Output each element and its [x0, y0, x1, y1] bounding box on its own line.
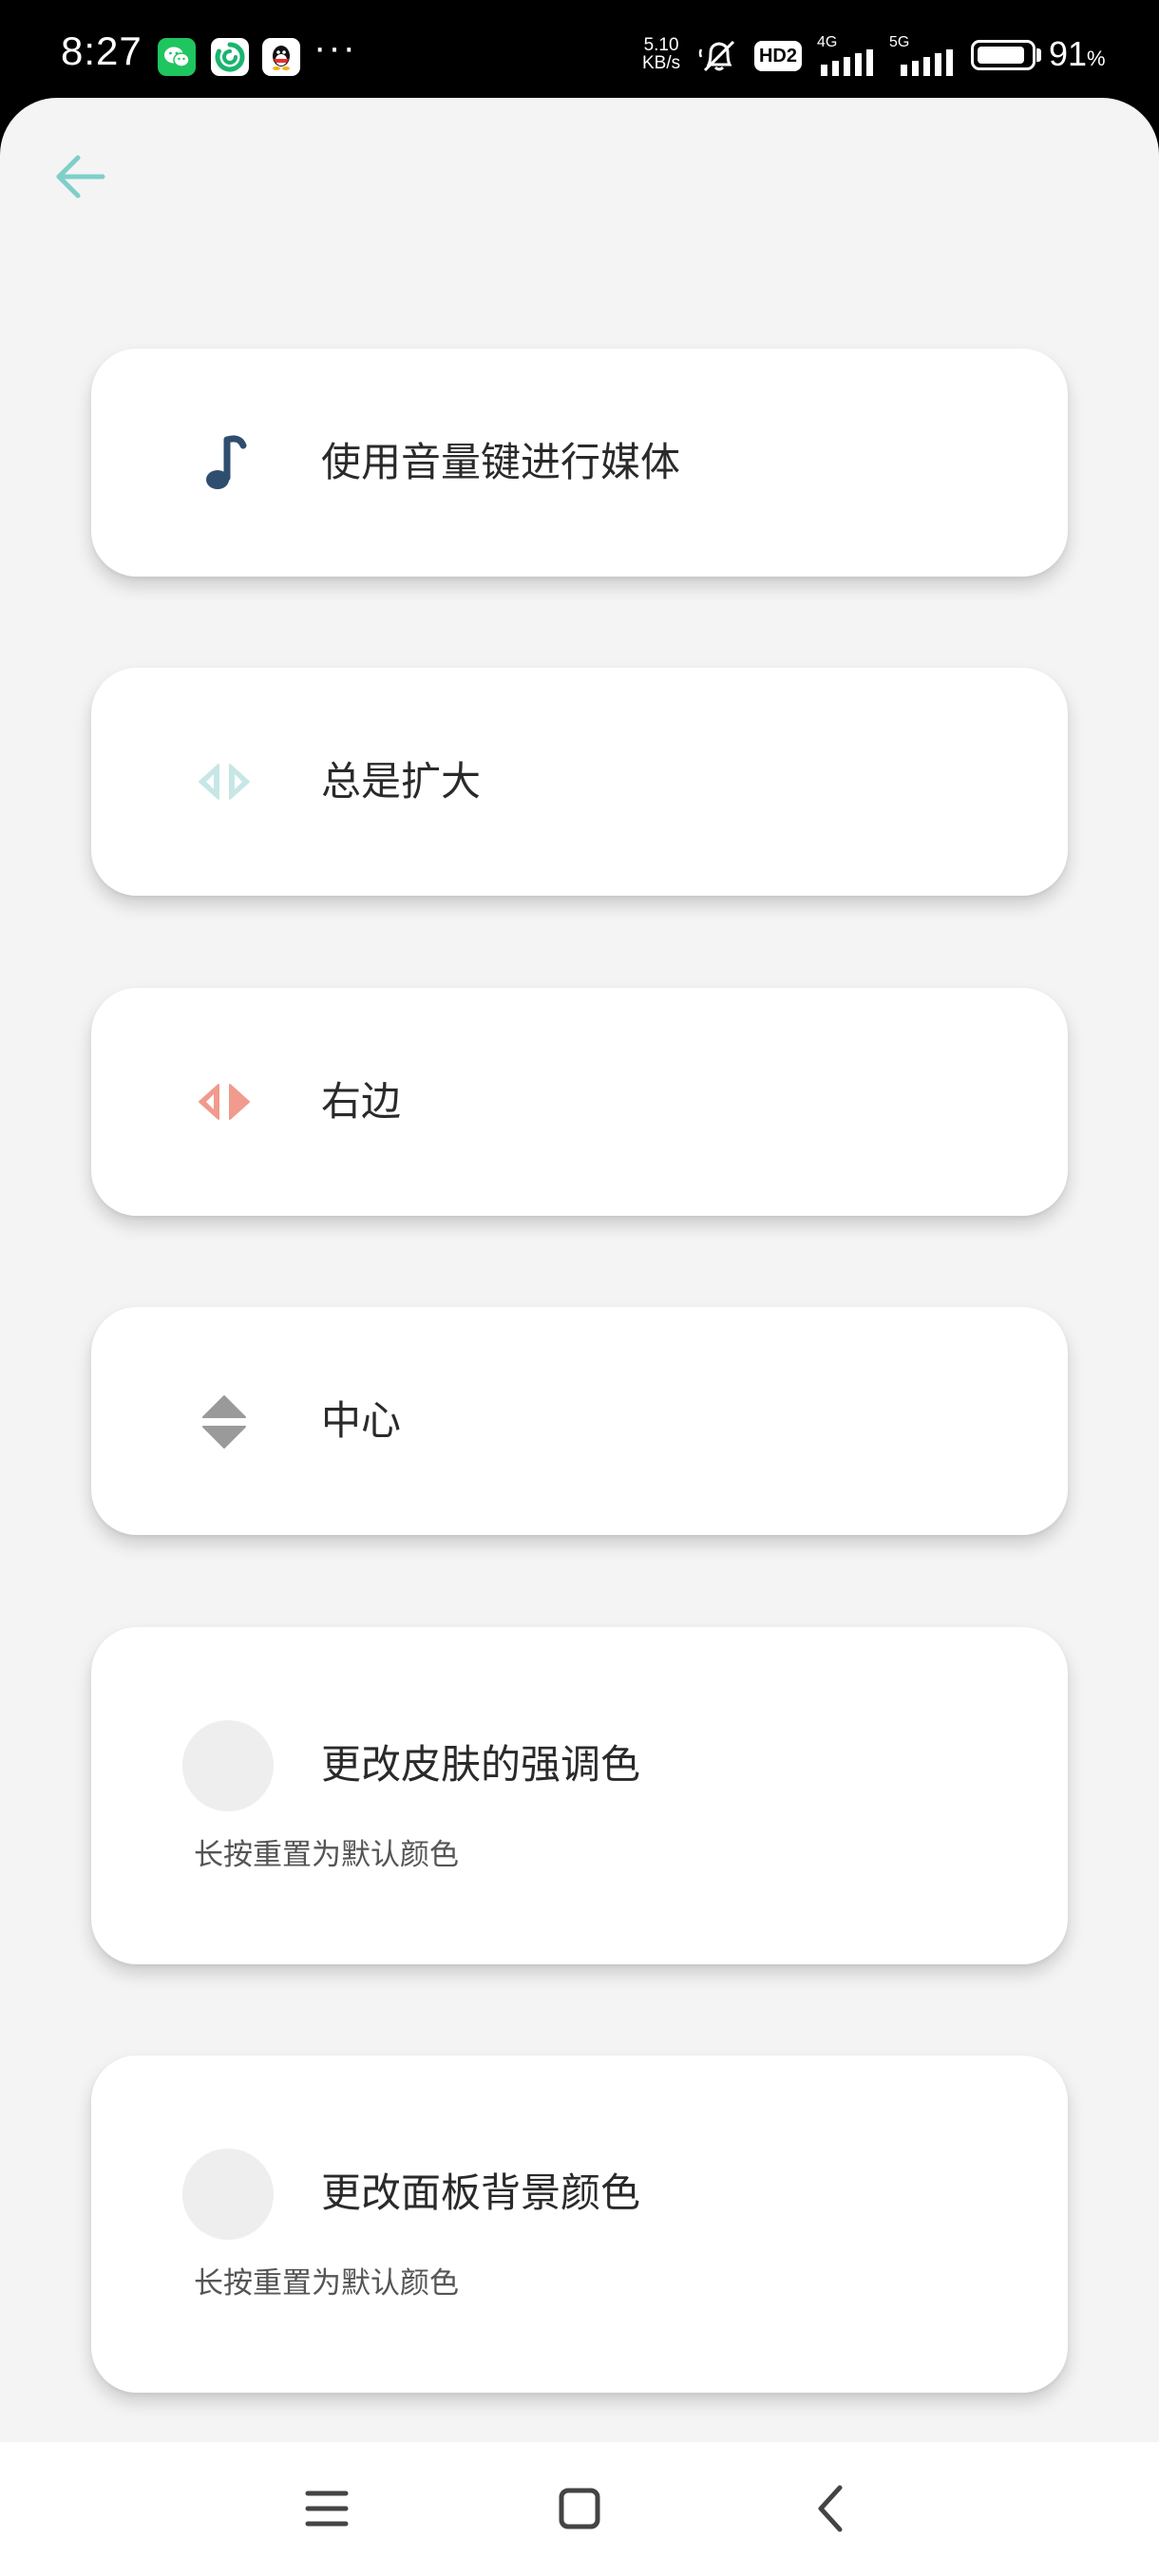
browser-icon [211, 38, 249, 76]
wechat-icon [158, 38, 196, 76]
status-bar: 8:27 ··· 5.10 KB/s HD2 4G 5G 91% [0, 0, 1159, 100]
horizontal-arrows-icon [199, 764, 250, 800]
menu-icon [305, 2491, 349, 2527]
setting-label: 中心 [321, 1397, 402, 1444]
more-notifications: ··· [314, 27, 357, 68]
battery-icon [971, 40, 1036, 70]
color-card-accent[interactable]: 更改皮肤的强调色 长按重置为默认颜色 [91, 1627, 1068, 1964]
menu-button[interactable] [289, 2471, 365, 2547]
setting-card-side[interactable]: 右边 [91, 988, 1068, 1216]
setting-card-media[interactable]: 使用音量键进行媒体 [91, 349, 1068, 577]
home-button[interactable] [542, 2471, 618, 2547]
music-note-icon [206, 435, 247, 489]
back-button[interactable] [46, 142, 116, 212]
setting-card-center[interactable]: 中心 [91, 1307, 1068, 1535]
home-icon [559, 2488, 600, 2529]
panel-bg-color-swatch[interactable] [182, 2149, 274, 2240]
setting-label: 总是扩大 [321, 758, 482, 805]
status-time: 8:27 [61, 28, 142, 73]
back-icon [818, 2485, 843, 2532]
setting-label: 右边 [321, 1078, 402, 1125]
color-option-hint: 长按重置为默认颜色 [194, 1838, 459, 1872]
vertical-arrows-icon [202, 1395, 246, 1449]
side-arrows-icon [199, 1084, 250, 1120]
battery-percent: 91% [1049, 34, 1106, 73]
setting-card-expand[interactable]: 总是扩大 [91, 668, 1068, 896]
settings-screen: 使用音量键进行媒体 总是扩大 右边 中心 更改皮肤的强调色 长按重置为默认颜色 [0, 98, 1159, 2442]
arrow-left-icon [56, 155, 105, 199]
hd-voice-badge: HD2 [754, 41, 802, 71]
color-card-panel-bg[interactable]: 更改面板背景颜色 长按重置为默认颜色 [91, 2055, 1068, 2393]
signal-bars-icon [821, 49, 873, 76]
silent-bell-icon [698, 40, 735, 72]
color-option-label: 更改面板背景颜色 [321, 2169, 641, 2216]
accent-color-swatch[interactable] [182, 1720, 274, 1811]
color-option-label: 更改皮肤的强调色 [321, 1741, 641, 1788]
nav-back-button[interactable] [794, 2471, 870, 2547]
setting-label: 使用音量键进行媒体 [321, 439, 681, 485]
signal-bars-icon [901, 49, 953, 76]
network-speed: 5.10 KB/s [642, 35, 681, 73]
qq-icon [262, 38, 300, 76]
battery-cap [1036, 48, 1041, 62]
navigation-bar [0, 2442, 1159, 2576]
color-option-hint: 长按重置为默认颜色 [194, 2266, 459, 2301]
